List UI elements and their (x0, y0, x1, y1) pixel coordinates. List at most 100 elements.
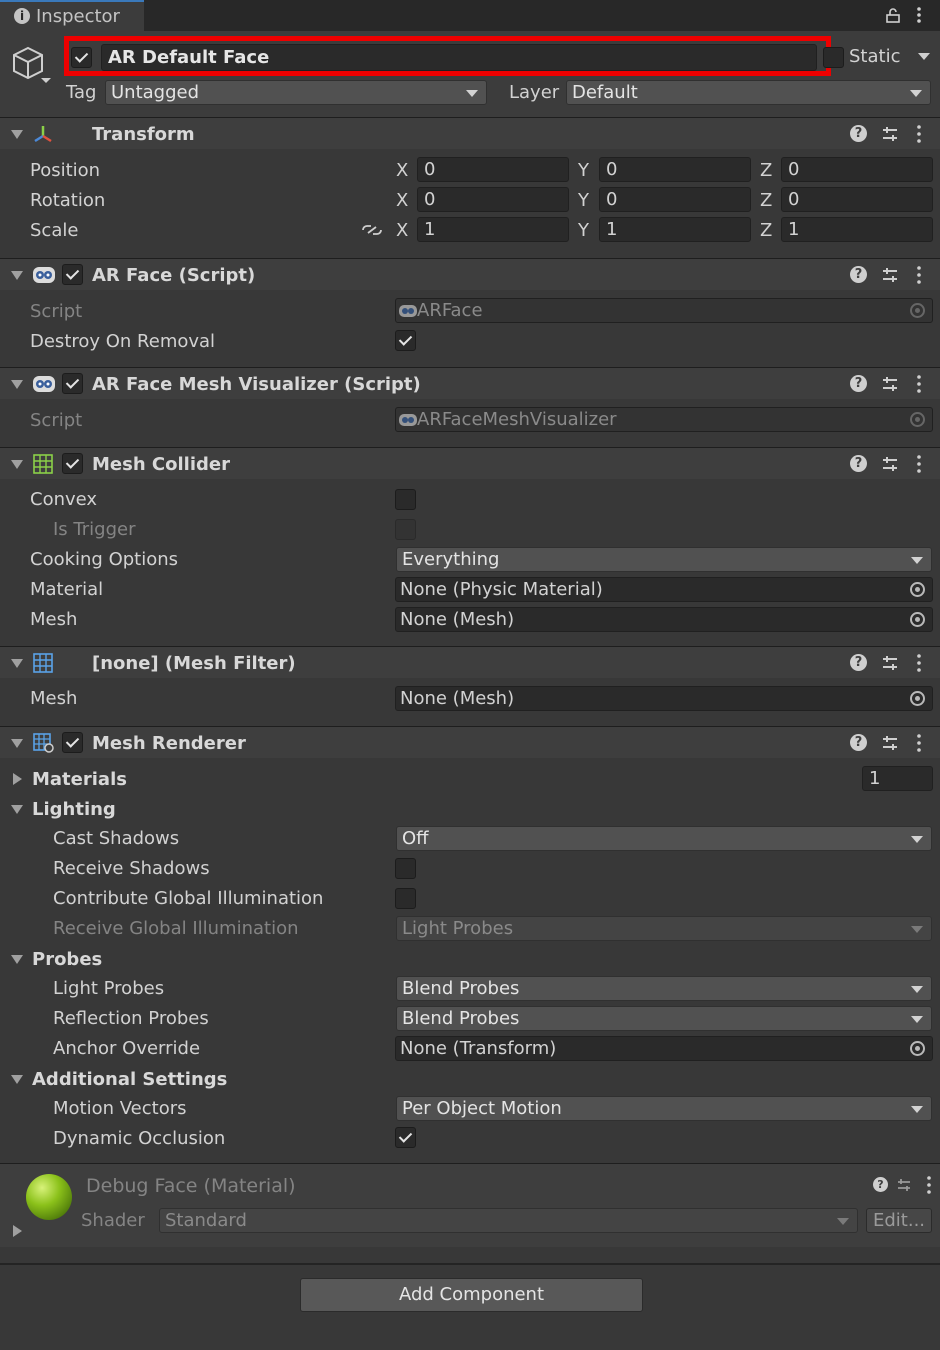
mesh-collider-header[interactable]: Mesh Collider ? (0, 447, 940, 479)
ar-face-script-field: ARFace (395, 298, 933, 323)
object-picker-icon[interactable] (910, 1041, 925, 1056)
axis-z-label: Z (760, 190, 773, 211)
material-preview-sphere[interactable] (26, 1174, 72, 1220)
foldout-arrow-icon[interactable] (13, 773, 22, 785)
foldout-arrow-icon[interactable] (11, 460, 23, 469)
chevron-down-icon (837, 1218, 849, 1225)
foldout-arrow-icon[interactable] (11, 130, 23, 139)
foldout-arrow-icon[interactable] (11, 659, 23, 668)
transform-header[interactable]: Transform ? (0, 117, 940, 149)
foldout-arrow-icon[interactable] (11, 805, 23, 814)
layer-dropdown[interactable]: Default (566, 80, 931, 105)
mesh-collider-enabled-checkbox[interactable] (62, 453, 83, 474)
constrain-proportions-icon[interactable] (361, 222, 383, 238)
gameobject-cube-icon[interactable] (10, 44, 52, 86)
position-z-field[interactable]: 0 (781, 157, 933, 182)
motion-vectors-dropdown[interactable]: Per Object Motion (396, 1096, 932, 1121)
component-menu-icon[interactable] (914, 265, 924, 285)
ar-face-mesh-visualizer-header[interactable]: AR Face Mesh Visualizer (Script) ? (0, 367, 940, 399)
rotation-z-field[interactable]: 0 (781, 187, 933, 212)
foldout-arrow-icon[interactable] (11, 380, 23, 389)
rotation-x-field[interactable]: 0 (417, 187, 569, 212)
mesh-renderer-header[interactable]: Mesh Renderer ? (0, 726, 940, 758)
receive-gi-dropdown: Light Probes (396, 916, 932, 941)
reflection-probes-dropdown[interactable]: Blend Probes (396, 1006, 932, 1031)
mesh-renderer-enabled-checkbox[interactable] (62, 732, 83, 753)
receive-shadows-checkbox[interactable] (395, 858, 416, 879)
object-picker-icon[interactable] (910, 582, 925, 597)
ar-face-mesh-visualizer-enabled-checkbox[interactable] (62, 373, 83, 394)
presets-icon[interactable] (881, 125, 899, 143)
foldout-arrow-icon[interactable] (13, 1225, 22, 1237)
mesh-filter-header[interactable]: [none] (Mesh Filter) ? (0, 646, 940, 678)
scale-y-field[interactable]: 1 (599, 217, 751, 242)
ar-face-title: AR Face (Script) (92, 265, 256, 286)
static-dropdown-arrow-icon[interactable] (918, 53, 930, 60)
scale-z-field[interactable]: 1 (781, 217, 933, 242)
collider-mesh-field[interactable]: None (Mesh) (395, 607, 933, 632)
foldout-arrow-icon[interactable] (11, 271, 23, 280)
presets-icon[interactable] (881, 654, 899, 672)
is-trigger-label: Is Trigger (53, 519, 136, 540)
rotation-y-field[interactable]: 0 (599, 187, 751, 212)
convex-checkbox[interactable] (395, 489, 416, 510)
script-icon (33, 267, 55, 283)
help-icon[interactable]: ? (850, 125, 867, 142)
lock-icon[interactable] (885, 7, 901, 23)
contribute-gi-checkbox[interactable] (395, 888, 416, 909)
edit-shader-button[interactable]: Edit... (866, 1208, 932, 1233)
position-y-field[interactable]: 0 (599, 157, 751, 182)
light-probes-dropdown[interactable]: Blend Probes (396, 976, 932, 1001)
inspector-tab[interactable]: i Inspector (0, 0, 144, 31)
cast-shadows-dropdown[interactable]: Off (396, 826, 932, 851)
component-menu-icon[interactable] (914, 454, 924, 474)
help-icon[interactable]: ? (850, 654, 867, 671)
kebab-menu-icon[interactable] (912, 6, 926, 24)
help-icon[interactable]: ? (850, 266, 867, 283)
help-icon[interactable]: ? (850, 375, 867, 392)
materials-count-field[interactable]: 1 (862, 766, 933, 791)
component-menu-icon[interactable] (914, 653, 924, 673)
component-menu-icon[interactable] (914, 374, 924, 394)
help-icon[interactable]: ? (873, 1177, 888, 1192)
presets-icon[interactable] (881, 734, 899, 752)
material-field[interactable]: None (Physic Material) (395, 577, 933, 602)
component-menu-icon[interactable] (924, 1175, 934, 1195)
shader-dropdown[interactable]: Standard (159, 1208, 858, 1233)
filter-mesh-field[interactable]: None (Mesh) (395, 686, 933, 711)
layer-label: Layer (509, 82, 560, 103)
additional-settings-foldout[interactable]: Additional Settings (32, 1069, 227, 1090)
tag-dropdown[interactable]: Untagged (105, 80, 487, 105)
anchor-override-field[interactable]: None (Transform) (395, 1036, 933, 1061)
motion-vectors-label: Motion Vectors (53, 1098, 187, 1119)
object-picker-icon[interactable] (910, 612, 925, 627)
presets-icon[interactable] (881, 266, 899, 284)
help-icon[interactable]: ? (850, 734, 867, 751)
object-picker-icon (910, 303, 925, 318)
scale-x-field[interactable]: 1 (417, 217, 569, 242)
inspector-tab-bar: i Inspector (0, 0, 940, 31)
presets-icon[interactable] (881, 375, 899, 393)
dynamic-occlusion-checkbox[interactable] (395, 1127, 416, 1148)
component-menu-icon[interactable] (914, 733, 924, 753)
static-checkbox[interactable] (823, 47, 844, 68)
ar-face-enabled-checkbox[interactable] (62, 264, 83, 285)
component-menu-icon[interactable] (914, 124, 924, 144)
presets-icon[interactable] (896, 1177, 912, 1193)
reflection-probes-value: Blend Probes (402, 1008, 520, 1029)
materials-foldout[interactable]: Materials (32, 769, 127, 790)
cooking-options-dropdown[interactable]: Everything (396, 547, 932, 572)
add-component-button[interactable]: Add Component (300, 1278, 643, 1312)
foldout-arrow-icon[interactable] (11, 739, 23, 748)
position-x-field[interactable]: 0 (417, 157, 569, 182)
ar-face-header[interactable]: AR Face (Script) ? (0, 258, 940, 290)
destroy-on-removal-checkbox[interactable] (395, 330, 416, 351)
anchor-override-label: Anchor Override (53, 1038, 201, 1059)
foldout-arrow-icon[interactable] (11, 955, 23, 964)
probes-foldout[interactable]: Probes (32, 949, 102, 970)
foldout-arrow-icon[interactable] (11, 1075, 23, 1084)
help-icon[interactable]: ? (850, 455, 867, 472)
lighting-foldout[interactable]: Lighting (32, 799, 116, 820)
presets-icon[interactable] (881, 455, 899, 473)
object-picker-icon[interactable] (910, 691, 925, 706)
